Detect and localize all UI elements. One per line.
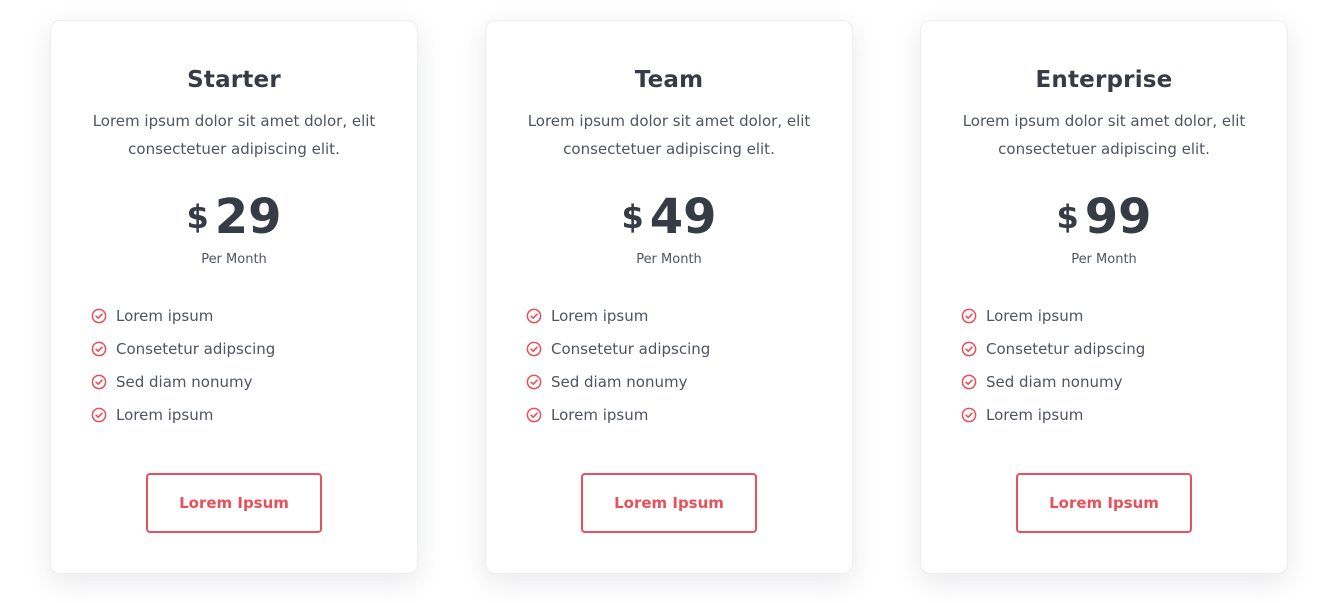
- pricing-card-starter: Starter Lorem ipsum dolor sit amet dolor…: [50, 20, 418, 574]
- starter-cta-button[interactable]: Lorem Ipsum: [146, 473, 322, 533]
- feature-list: Lorem ipsum Consetetur adipscing Sed dia…: [91, 299, 275, 431]
- feature-label: Consetetur adipscing: [986, 339, 1146, 358]
- plan-title: Starter: [187, 67, 281, 93]
- enterprise-cta-button[interactable]: Lorem Ipsum: [1016, 473, 1192, 533]
- check-circle-icon: [961, 407, 977, 423]
- feature-label: Lorem ipsum: [551, 405, 649, 424]
- check-circle-icon: [526, 308, 542, 324]
- team-cta-button[interactable]: Lorem Ipsum: [581, 473, 757, 533]
- plan-description: Lorem ipsum dolor sit amet dolor, elit c…: [962, 112, 1246, 158]
- billing-period: Per Month: [201, 252, 267, 267]
- feature-item: Lorem ipsum: [91, 299, 275, 332]
- feature-label: Consetetur adipscing: [551, 339, 711, 358]
- feature-label: Lorem ipsum: [551, 306, 649, 325]
- feature-item: Lorem ipsum: [961, 299, 1145, 332]
- check-circle-icon: [91, 374, 107, 390]
- feature-item: Sed diam nonumy: [91, 365, 275, 398]
- check-circle-icon: [91, 407, 107, 423]
- plan-price: $ 29: [51, 189, 417, 245]
- feature-label: Sed diam nonumy: [116, 372, 253, 391]
- check-circle-icon: [961, 308, 977, 324]
- plan-price: $ 49: [486, 189, 852, 245]
- feature-item: Consetetur adipscing: [526, 332, 710, 365]
- pricing-card-team: Team Lorem ipsum dolor sit amet dolor, e…: [485, 20, 853, 574]
- pricing-card-enterprise: Enterprise Lorem ipsum dolor sit amet do…: [920, 20, 1288, 574]
- plan-description: Lorem ipsum dolor sit amet dolor, elit c…: [527, 112, 811, 158]
- feature-label: Consetetur adipscing: [116, 339, 276, 358]
- feature-list: Lorem ipsum Consetetur adipscing Sed dia…: [526, 299, 710, 431]
- currency-symbol: $: [621, 198, 644, 236]
- plan-price: $ 99: [921, 189, 1287, 245]
- feature-label: Sed diam nonumy: [986, 372, 1123, 391]
- check-circle-icon: [961, 374, 977, 390]
- plan-title: Enterprise: [1035, 67, 1173, 93]
- feature-item: Lorem ipsum: [526, 398, 710, 431]
- check-circle-icon: [91, 341, 107, 357]
- feature-label: Sed diam nonumy: [551, 372, 688, 391]
- check-circle-icon: [961, 341, 977, 357]
- feature-item: Consetetur adipscing: [91, 332, 275, 365]
- feature-label: Lorem ipsum: [986, 306, 1084, 325]
- check-circle-icon: [526, 407, 542, 423]
- currency-symbol: $: [186, 198, 209, 236]
- billing-period: Per Month: [636, 252, 702, 267]
- feature-label: Lorem ipsum: [116, 306, 214, 325]
- check-circle-icon: [526, 341, 542, 357]
- price-amount: 49: [649, 189, 717, 245]
- feature-item: Consetetur adipscing: [961, 332, 1145, 365]
- pricing-section: Starter Lorem ipsum dolor sit amet dolor…: [0, 0, 1330, 603]
- plan-title: Team: [634, 67, 704, 93]
- price-amount: 99: [1084, 189, 1152, 245]
- feature-label: Lorem ipsum: [986, 405, 1084, 424]
- feature-item: Sed diam nonumy: [961, 365, 1145, 398]
- billing-period: Per Month: [1071, 252, 1137, 267]
- feature-item: Lorem ipsum: [961, 398, 1145, 431]
- feature-item: Lorem ipsum: [91, 398, 275, 431]
- feature-item: Sed diam nonumy: [526, 365, 710, 398]
- check-circle-icon: [526, 374, 542, 390]
- currency-symbol: $: [1056, 198, 1079, 236]
- price-amount: 29: [214, 189, 282, 245]
- feature-label: Lorem ipsum: [116, 405, 214, 424]
- check-circle-icon: [91, 308, 107, 324]
- plan-description: Lorem ipsum dolor sit amet dolor, elit c…: [92, 112, 376, 158]
- feature-item: Lorem ipsum: [526, 299, 710, 332]
- feature-list: Lorem ipsum Consetetur adipscing Sed dia…: [961, 299, 1145, 431]
